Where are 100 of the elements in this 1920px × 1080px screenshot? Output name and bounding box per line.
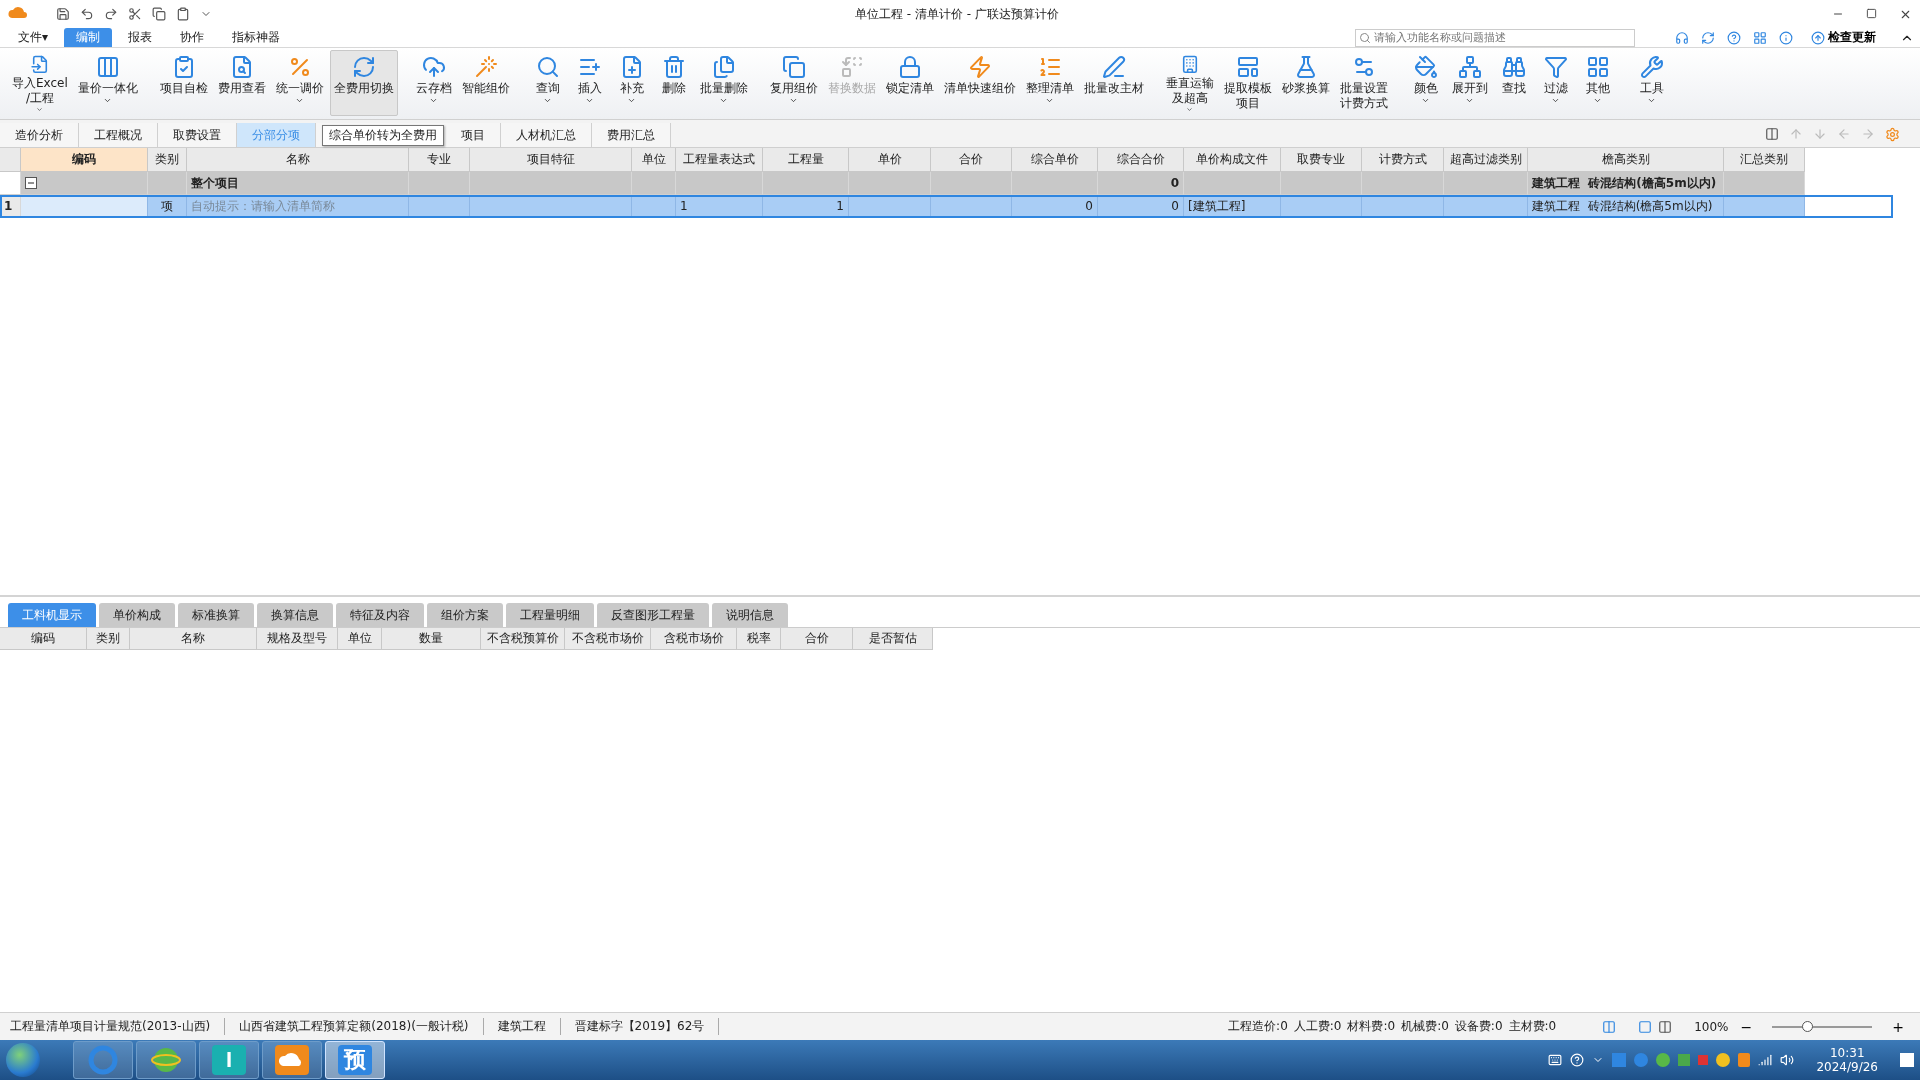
ribbon-button[interactable]: 全费用切换 bbox=[329, 50, 398, 116]
detail-tab[interactable]: 单价构成 bbox=[99, 603, 175, 627]
ribbon-button[interactable]: 清单快速组价 bbox=[939, 50, 1020, 116]
sync-icon[interactable] bbox=[1701, 30, 1715, 45]
ribbon-button[interactable]: 颜色 bbox=[1405, 50, 1446, 116]
paste-icon[interactable] bbox=[176, 7, 190, 21]
column-header: 单价 bbox=[849, 148, 931, 172]
row-number: 1 bbox=[0, 195, 21, 218]
cloud-icon bbox=[275, 1045, 309, 1075]
ribbon-button[interactable]: 工具 bbox=[1631, 50, 1672, 116]
ribbon-button[interactable]: 砂浆换算 bbox=[1277, 50, 1334, 116]
ribbon-button[interactable]: 其他 bbox=[1577, 50, 1618, 116]
cut-icon[interactable] bbox=[128, 7, 142, 21]
detail-tab[interactable]: 换算信息 bbox=[257, 603, 333, 627]
refresh-icon bbox=[351, 55, 376, 79]
column-header: 合价 bbox=[781, 628, 853, 650]
ribbon-button[interactable]: 批量设置 计费方式 bbox=[1335, 50, 1392, 116]
ribbon-button[interactable]: 垂直运输 及超高 bbox=[1161, 50, 1218, 116]
detail-tab[interactable]: 特征及内容 bbox=[336, 603, 424, 627]
cost-summary: 机械费:0 bbox=[1401, 1018, 1449, 1035]
ribbon-button[interactable]: 提取模板 项目 bbox=[1219, 50, 1276, 116]
volume-icon[interactable] bbox=[1780, 1053, 1795, 1067]
ribbon-button[interactable]: 展开到 bbox=[1447, 50, 1492, 116]
tray-app-icon[interactable] bbox=[1716, 1053, 1731, 1067]
ribbon-button[interactable]: 补充 bbox=[611, 50, 652, 116]
ribbon-button[interactable]: 批量删除 bbox=[695, 50, 752, 116]
column-header: 综合单价 bbox=[1012, 148, 1098, 172]
ribbon-button[interactable]: 查询 bbox=[527, 50, 568, 116]
detail-tab[interactable]: 标准换算 bbox=[178, 603, 254, 627]
wrench-icon bbox=[1639, 55, 1664, 79]
tray-app-icon[interactable] bbox=[1678, 1054, 1691, 1066]
save-icon[interactable] bbox=[56, 7, 70, 21]
single-view-icon[interactable] bbox=[1638, 1019, 1653, 1034]
taskbar-app[interactable]: 预 bbox=[325, 1041, 385, 1079]
split-view-icon[interactable] bbox=[1658, 1019, 1673, 1034]
tray-app-icon[interactable] bbox=[1634, 1053, 1649, 1067]
ribbon-button[interactable]: 锁定清单 bbox=[881, 50, 938, 116]
replace-icon bbox=[839, 55, 864, 79]
undo-icon[interactable] bbox=[80, 7, 94, 21]
columns-icon[interactable] bbox=[1765, 127, 1779, 141]
column-header: 名称 bbox=[187, 148, 409, 172]
settings-icon[interactable] bbox=[1885, 126, 1900, 142]
detail-tab[interactable]: 说明信息 bbox=[712, 603, 788, 627]
table-row[interactable]: 1 项 自动提示：请输入清单简称 1 1 0 0 [建筑工程] 建筑工程 砖混结构(檐高5m以内) bbox=[0, 195, 1893, 218]
start-button[interactable] bbox=[6, 1043, 40, 1077]
detail-tab[interactable]: 组价方案 bbox=[427, 603, 503, 627]
table-cell bbox=[632, 195, 676, 218]
ribbon-button[interactable]: 云存档 bbox=[411, 50, 456, 116]
column-header: 税率 bbox=[737, 628, 781, 650]
ribbon-button[interactable]: 整理清单 bbox=[1021, 50, 1078, 116]
network-icon[interactable] bbox=[1758, 1053, 1773, 1067]
table-cell: [建筑工程] bbox=[1184, 195, 1281, 218]
columns-icon bbox=[95, 55, 120, 79]
cost-summary: 设备费:0 bbox=[1454, 1018, 1503, 1035]
detail-tab[interactable]: 反查图形工程量 bbox=[597, 603, 709, 627]
menu-tab[interactable]: 文件▾ bbox=[6, 28, 61, 47]
zoom-thumb[interactable] bbox=[1802, 1020, 1814, 1032]
tray-app-icon[interactable] bbox=[1738, 1053, 1751, 1067]
menu-tab[interactable]: 协作 bbox=[168, 28, 217, 47]
column-header: 含税市场价 bbox=[651, 628, 737, 650]
restore-icon[interactable] bbox=[1866, 7, 1877, 19]
ribbon-button[interactable]: 智能组价 bbox=[457, 50, 514, 116]
redo-icon[interactable] bbox=[104, 7, 118, 21]
column-header: 单价构成文件 bbox=[1184, 148, 1281, 172]
headset-icon[interactable] bbox=[1675, 30, 1689, 45]
keyboard-icon[interactable] bbox=[1548, 1053, 1563, 1067]
table-cell bbox=[409, 195, 470, 218]
ribbon-button[interactable]: 项目自检 bbox=[155, 50, 212, 116]
ribbon-button[interactable]: 插入 bbox=[569, 50, 610, 116]
ribbon-button[interactable]: 查找 bbox=[1493, 50, 1534, 116]
status-text: 建筑工程 bbox=[497, 1018, 561, 1035]
help-icon[interactable] bbox=[1727, 30, 1741, 45]
search-field[interactable]: 请输入功能名称或问题描述 bbox=[1355, 28, 1635, 47]
zoom-in-button[interactable]: + bbox=[1886, 1017, 1910, 1036]
ribbon-button[interactable]: 统一调价 bbox=[271, 50, 328, 116]
collapse-toggle[interactable] bbox=[25, 177, 37, 189]
update-button[interactable]: 检查更新 bbox=[1811, 29, 1876, 46]
lightning-icon bbox=[967, 55, 992, 79]
taskbar-app[interactable] bbox=[136, 1041, 196, 1079]
ribbon-button[interactable]: 复用组价 bbox=[765, 50, 822, 116]
info-icon[interactable] bbox=[1779, 30, 1793, 45]
grid-icon[interactable] bbox=[1753, 30, 1767, 45]
menu-tab[interactable]: 报表 bbox=[116, 28, 165, 47]
detail-tab[interactable]: 工程量明细 bbox=[506, 603, 594, 627]
ribbon-button[interactable]: 过滤 bbox=[1535, 50, 1576, 116]
list-icon bbox=[1037, 55, 1062, 79]
copy-icon[interactable] bbox=[152, 7, 166, 21]
taskbar-app[interactable] bbox=[262, 1041, 322, 1079]
ribbon-button[interactable]: 导入Excel /工程 bbox=[8, 50, 72, 116]
clock[interactable]: 10:31 2024/9/26 bbox=[1816, 1046, 1878, 1074]
tray-app-icon[interactable] bbox=[1656, 1053, 1671, 1067]
ribbon-button[interactable]: 费用查看 bbox=[213, 50, 270, 116]
zoom-out-button[interactable]: − bbox=[1734, 1017, 1759, 1036]
menu-tab[interactable]: 指标神器 bbox=[220, 28, 293, 47]
ribbon-button[interactable]: 删除 bbox=[653, 50, 694, 116]
ribbon-button[interactable]: 批量改主材 bbox=[1079, 50, 1148, 116]
tree-icon bbox=[1457, 55, 1482, 79]
column-header: 取费专业 bbox=[1281, 148, 1362, 172]
ribbon-button[interactable]: 量价一体化 bbox=[73, 50, 142, 116]
layout-icon[interactable] bbox=[1602, 1019, 1617, 1034]
